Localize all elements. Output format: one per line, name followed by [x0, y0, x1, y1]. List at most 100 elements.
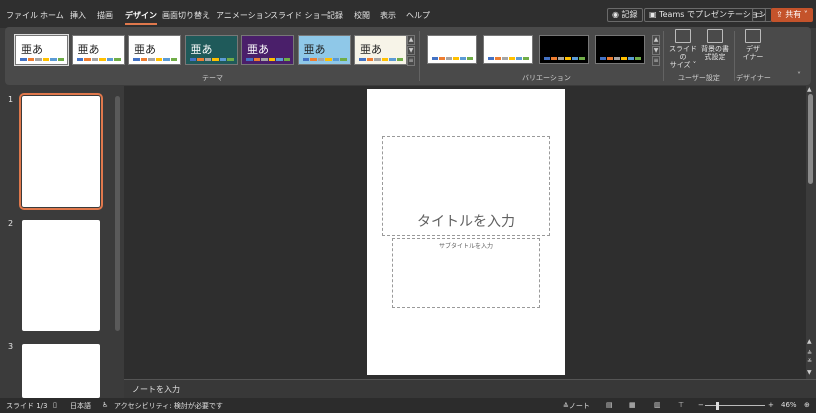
record-icon: ◉ [612, 10, 622, 19]
subtitle-placeholder[interactable]: サブタイトルを入力 [392, 238, 540, 308]
tab-transitions[interactable]: 画面切り替え [162, 10, 210, 21]
zoom-in-button[interactable]: + [768, 401, 774, 409]
tab-design[interactable]: デザイン [125, 10, 157, 25]
variant-gallery-scroll[interactable]: ▲ ▼ ≡ [652, 35, 660, 67]
powerpoint-window: ファイル ホーム 挿入 描画 デザイン 画面切り替え アニメーション スライド … [0, 0, 816, 413]
scroll-down-icon[interactable]: ▼ [807, 369, 812, 376]
zoom-slider-handle[interactable] [716, 402, 719, 410]
accessibility-status[interactable]: アクセシビリティ: 検討が必要です [114, 401, 223, 411]
variant-color-bars [544, 57, 585, 60]
zoom-slider[interactable] [705, 405, 765, 406]
variation-group-label: バリエーション [522, 74, 571, 82]
theme-gallery-scroll[interactable]: ▲ ▼ ≡ [407, 35, 415, 67]
slide-counter: スライド 1/3 [6, 402, 48, 410]
normal-view-icon[interactable]: ▤ [606, 401, 613, 409]
variant-option-1[interactable] [427, 35, 477, 64]
chevron-up-icon[interactable]: ▲ [652, 35, 660, 45]
format-background-icon [707, 29, 723, 43]
comments-button[interactable]: ▭ [752, 8, 766, 22]
variant-option-4[interactable] [595, 35, 645, 64]
book-icon[interactable]: ▯ [53, 401, 57, 409]
theme-option-3[interactable]: 亜あ [128, 35, 181, 65]
collapse-ribbon-icon[interactable]: ˅ [797, 71, 801, 80]
chevron-down-icon[interactable]: ▼ [652, 45, 660, 56]
scrollbar-thumb[interactable] [808, 94, 813, 184]
share-icon: ⇪ [776, 10, 786, 19]
slide-size-button[interactable]: スライドの サイズ ˅ [667, 29, 699, 69]
accessibility-icon[interactable]: ♿ [102, 401, 108, 409]
slide-thumbnail-1[interactable] [19, 93, 103, 210]
tab-file[interactable]: ファイル [6, 10, 38, 21]
slide-thumbnail-3[interactable] [22, 344, 100, 398]
current-slide: タイトルを入力 サブタイトルを入力 [367, 89, 565, 375]
tab-insert[interactable]: 挿入 [70, 10, 86, 21]
chevron-up-icon[interactable]: ▲ [407, 35, 415, 45]
fit-to-window-icon[interactable]: ⊕ [804, 401, 810, 409]
divider [419, 31, 420, 81]
format-background-button[interactable]: 背景の書 式設定 [699, 29, 731, 61]
slide-thumbnail-2[interactable] [22, 220, 100, 331]
scroll-up-icon[interactable]: ▲ [807, 86, 812, 93]
teams-icon: ▣ [649, 10, 660, 19]
theme-option-2[interactable]: 亜あ [71, 35, 125, 65]
zoom-level[interactable]: 46% [781, 401, 797, 409]
theme-preview-text: 亜あ [134, 43, 156, 56]
slide-number: 3 [8, 342, 14, 351]
status-bar: スライド 1/3 ▯ 日本語 ♿ アクセシビリティ: 検討が必要です ≙ノート … [0, 398, 816, 413]
theme-option-6[interactable]: 亜あ [297, 35, 351, 65]
zoom-out-button[interactable]: − [698, 401, 704, 409]
theme-color-bars [246, 58, 290, 61]
notes-toggle-button[interactable]: ≙ノート [563, 401, 590, 411]
variant-option-3[interactable] [539, 35, 589, 64]
slide-scrollbar[interactable]: ▲ ▲ ≜ ≚ ▼ [806, 86, 816, 379]
notes-placeholder: ノートを入力 [132, 385, 180, 394]
next-slide-icon[interactable]: ≚ [807, 358, 812, 365]
slideshow-icon[interactable]: ⊤ [678, 401, 684, 409]
theme-option-5[interactable]: 亜あ [241, 35, 294, 65]
theme-option-7[interactable]: 亜あ [354, 35, 407, 65]
scroll-up-icon[interactable]: ▲ [807, 338, 812, 345]
theme-group-label: テーマ [202, 74, 223, 82]
reading-view-icon[interactable]: ▥ [654, 401, 661, 409]
theme-preview-text: 亜あ [247, 43, 269, 56]
slide-size-icon [675, 29, 691, 43]
title-placeholder-text: タイトルを入力 [417, 214, 515, 230]
divider [663, 31, 664, 81]
theme-preview-text: 亜あ [190, 43, 213, 56]
tab-help[interactable]: ヘルプ [406, 10, 430, 21]
theme-option-4[interactable]: 亜あ [184, 35, 238, 65]
record-button[interactable]: ◉ 記録 [607, 8, 643, 22]
comment-icon: ▭ [755, 10, 763, 19]
tab-review[interactable]: 校閲 [354, 10, 370, 21]
designer-button[interactable]: デザ イナー [739, 29, 767, 61]
tab-record[interactable]: 記録 [327, 10, 343, 21]
slide-sorter-icon[interactable]: ▦ [629, 401, 636, 409]
theme-preview-text: 亜あ [77, 43, 100, 56]
previous-slide-icon[interactable]: ≜ [807, 350, 812, 357]
thumbnail-scrollbar[interactable] [115, 96, 120, 331]
notes-pane[interactable]: ノートを入力 [124, 379, 816, 398]
more-icon[interactable]: ≡ [652, 56, 660, 67]
theme-color-bars [133, 58, 177, 61]
designer-icon [745, 29, 761, 43]
more-icon[interactable]: ≡ [407, 56, 415, 67]
slide-thumbnail-pane: 1 2 3 [0, 86, 123, 398]
chevron-down-icon[interactable]: ▼ [407, 45, 415, 56]
language-indicator[interactable]: 日本語 [70, 401, 91, 411]
theme-color-bars [359, 58, 403, 61]
designer-group-label: デザイナー [736, 74, 771, 82]
chevron-down-icon: ˅ [801, 10, 808, 19]
share-button[interactable]: ⇪ 共有 ˅ [771, 8, 813, 22]
variant-option-2[interactable] [483, 35, 533, 64]
tab-home[interactable]: ホーム [40, 10, 64, 21]
theme-preview-text: 亜あ [360, 43, 382, 56]
tab-animations[interactable]: アニメーション [216, 10, 272, 21]
theme-color-bars [76, 58, 121, 61]
tab-draw[interactable]: 描画 [97, 10, 113, 21]
tab-slideshow[interactable]: スライド ショー [270, 10, 329, 21]
theme-preview-text: 亜あ [21, 43, 43, 56]
tab-view[interactable]: 表示 [380, 10, 396, 21]
theme-option-1[interactable]: 亜あ [14, 34, 69, 66]
title-placeholder[interactable]: タイトルを入力 [382, 136, 550, 236]
theme-color-bars [302, 58, 347, 61]
